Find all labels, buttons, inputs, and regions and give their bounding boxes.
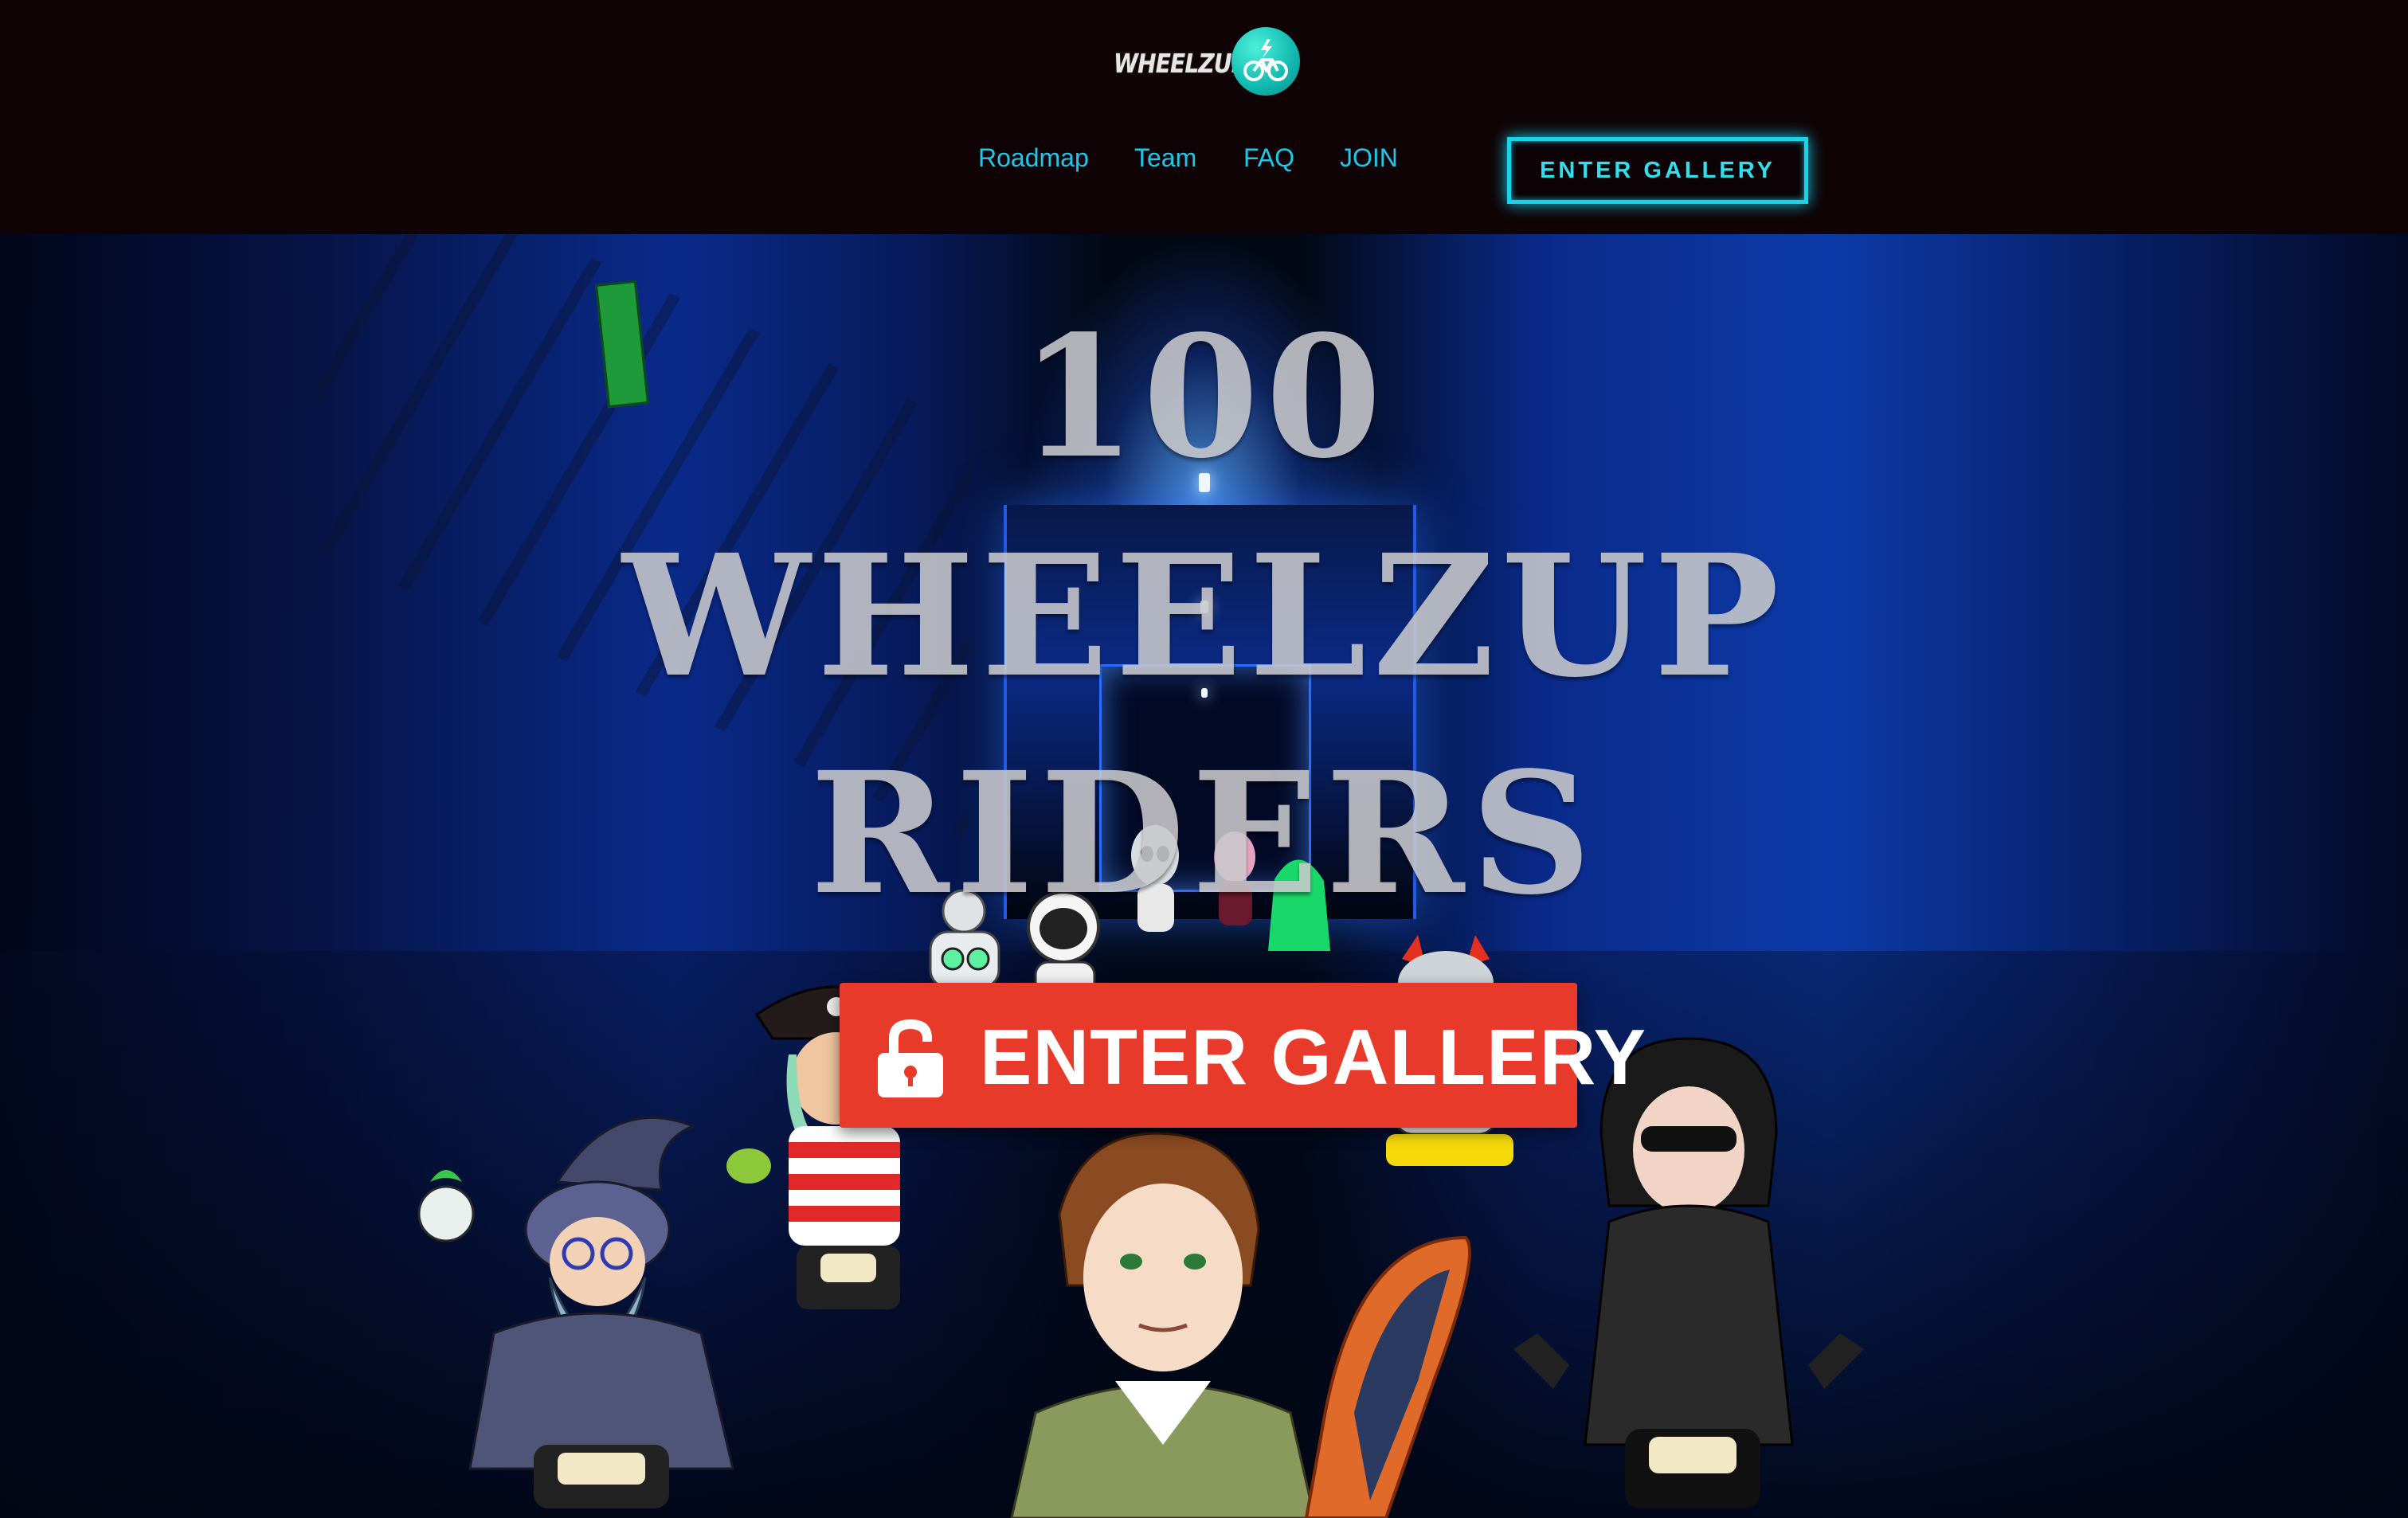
headline-count: 100 xyxy=(1020,299,1388,495)
hero-enter-gallery-button[interactable]: ENTER GALLERY xyxy=(840,983,1646,1128)
logo-wordmark: WHEELZUP xyxy=(1114,47,1247,79)
bicycle-bolt-icon xyxy=(1231,27,1300,96)
wizard-rider xyxy=(417,1116,734,1508)
nav-faq[interactable]: FAQ xyxy=(1243,143,1294,173)
boy-with-surfboard xyxy=(1010,1132,1471,1518)
brand-logo[interactable]: WHEELZUP xyxy=(1114,27,1300,99)
headline-riders: RIDERS xyxy=(809,735,1599,932)
headline-brand: WHEELZUP xyxy=(622,518,1786,714)
nav-join[interactable]: JOIN xyxy=(1340,143,1398,173)
nav-team[interactable]: Team xyxy=(1134,143,1196,173)
unlock-icon xyxy=(878,1019,943,1097)
site-header: WHEELZUP Roadmap Team FAQ JOIN ENTER GAL… xyxy=(0,0,2408,234)
hero-cta-label: ENTER GALLERY xyxy=(980,1013,1646,1101)
hero-section: 100 WHEELZUP RIDERS ENTER GALLERY xyxy=(0,234,2408,1518)
nav-roadmap[interactable]: Roadmap xyxy=(978,143,1089,173)
header-enter-gallery-button[interactable]: ENTER GALLERY xyxy=(1507,137,1808,204)
